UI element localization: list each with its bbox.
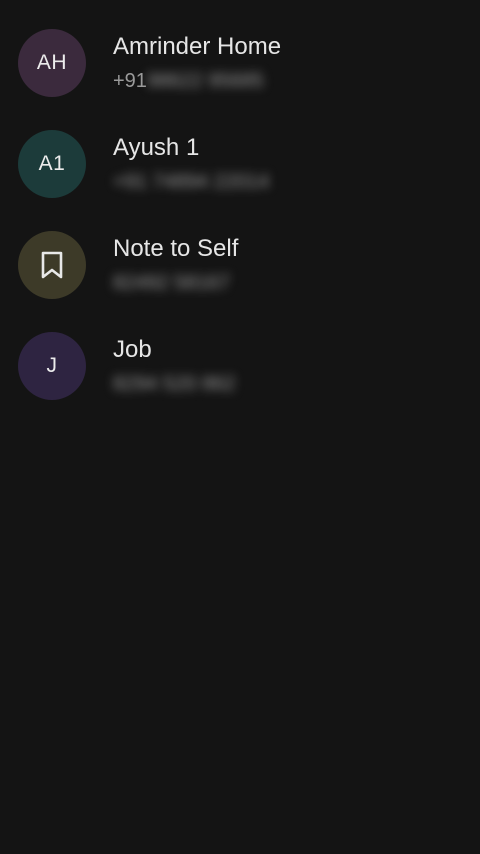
contact-list: AH Amrinder Home +9198622 95685 A1 Ayush…: [0, 13, 480, 417]
contact-name: Amrinder Home: [113, 33, 282, 60]
contact-name: Note to Self: [113, 235, 239, 262]
contact-item-note-to-self[interactable]: Note to Self 82492 58167: [0, 215, 480, 316]
avatar: A1: [18, 130, 86, 198]
contact-number: +9198622 95685: [113, 70, 264, 93]
contact-item-job[interactable]: J Job 8294 520 862: [0, 316, 480, 417]
avatar: J: [18, 332, 86, 400]
contact-number: +91 74894 22014: [113, 171, 269, 194]
contact-name: Job: [113, 336, 152, 363]
contacts-screen: AH Amrinder Home +9198622 95685 A1 Ayush…: [0, 0, 480, 854]
contact-number: 8294 520 862: [113, 373, 235, 396]
number-visible: +91: [113, 70, 147, 92]
avatar: AH: [18, 29, 86, 97]
contact-number: 82492 58167: [113, 272, 230, 295]
number-obscured: +91 74894 22014: [113, 171, 270, 193]
number-obscured: 98622 95685: [146, 70, 264, 92]
contact-item-amrinder-home[interactable]: AH Amrinder Home +9198622 95685: [0, 13, 480, 114]
bookmark-icon: [39, 250, 65, 280]
contact-name: Ayush 1: [113, 134, 200, 161]
number-obscured: 8294 520 862: [113, 373, 236, 395]
number-obscured: 82492 58167: [113, 272, 230, 294]
avatar: [18, 231, 86, 299]
contact-item-ayush-1[interactable]: A1 Ayush 1 +91 74894 22014: [0, 114, 480, 215]
